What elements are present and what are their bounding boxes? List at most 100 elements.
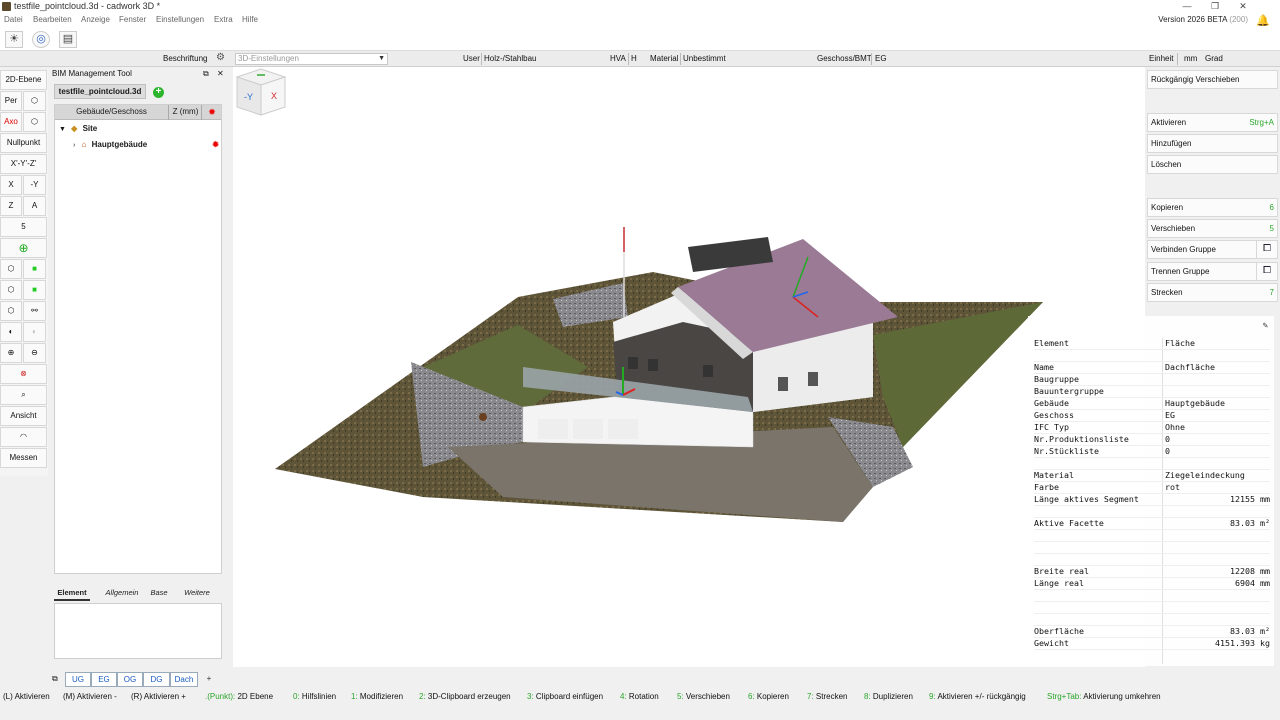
property-value[interactable]: 0 [1165, 446, 1170, 456]
building-marker-icon[interactable]: ✹ [212, 140, 219, 149]
strecken-button[interactable]: Strecken 7 [1147, 283, 1278, 302]
loeschen-button[interactable]: Löschen [1147, 155, 1278, 174]
2d-ebene-button[interactable]: 2D-Ebene [0, 70, 47, 90]
group-join-icon[interactable]: ⧠ [1256, 240, 1277, 259]
verschieben-button[interactable]: Verschieben 5 [1147, 219, 1278, 238]
close-button[interactable]: ✕ [1230, 0, 1256, 12]
bulb-disabled-icon[interactable]: ◐ [23, 322, 46, 342]
cube-small-icon[interactable]: ⬡ [0, 301, 22, 321]
per-button[interactable]: Per [0, 91, 22, 111]
cube-green-icon[interactable]: ■ [23, 259, 46, 279]
property-value[interactable]: 12155 mm [1230, 494, 1270, 504]
tab-weitere[interactable]: Weitere [180, 585, 214, 601]
beschriftung-button[interactable]: Beschriftung [163, 54, 207, 63]
bulb-icon[interactable]: ◐ [0, 322, 22, 342]
tab-allgemein[interactable]: Allgemein [102, 585, 142, 601]
hinzufuegen-button[interactable]: Hinzufügen [1147, 134, 1278, 153]
orbit-icon[interactable]: ⊕ [0, 238, 47, 258]
xyz-button[interactable]: X'-Y'-Z' [0, 154, 47, 174]
z-view-button[interactable]: Z [0, 196, 22, 216]
sun-icon[interactable]: ☀ [5, 31, 23, 48]
add-icon[interactable]: + [153, 87, 164, 98]
tree-row-building[interactable]: › ⌂ Hauptgebäude ✹ [73, 140, 219, 149]
floor-tab-dach[interactable]: Dach [170, 672, 198, 687]
document-icon[interactable]: ▤ [59, 31, 77, 48]
neg-y-view-button[interactable]: -Y [23, 175, 46, 195]
property-value[interactable]: Fläche [1165, 338, 1195, 348]
zoom-window-icon[interactable]: ⌕ [0, 385, 47, 405]
a-view-button[interactable]: A [23, 196, 46, 216]
cube-solid-icon[interactable]: ■ [23, 280, 46, 300]
trennen-gruppe-button[interactable]: Trennen Gruppe ⧠ [1147, 262, 1278, 281]
zoom-all-icon[interactable]: ⊗ [0, 364, 47, 384]
property-value[interactable]: Hauptgebäude [1165, 398, 1225, 408]
messen-button[interactable]: Messen [0, 448, 47, 468]
axo-cube-icon[interactable]: ⬡ [23, 112, 46, 132]
menu-extra[interactable]: Extra [214, 15, 233, 24]
floor-tab-og[interactable]: OG [117, 672, 143, 687]
nullpunkt-button[interactable]: Nullpunkt [0, 133, 47, 153]
zoom-out-icon[interactable]: ⊖ [23, 343, 46, 363]
property-value[interactable]: Dachfläche [1165, 362, 1215, 372]
property-value[interactable]: 83.03 m² [1230, 626, 1270, 636]
cube-wire-icon[interactable]: ⬡ [0, 259, 22, 279]
unit-value[interactable]: mm [1184, 54, 1197, 63]
geschoss-value[interactable]: EG [875, 54, 887, 63]
property-value[interactable]: 12208 mm [1230, 566, 1270, 576]
panel-close-icon[interactable]: ✕ [217, 69, 224, 78]
axo-button[interactable]: Axo [0, 112, 22, 132]
maximize-button[interactable]: ❐ [1202, 0, 1228, 12]
ansicht-button[interactable]: Ansicht [0, 406, 47, 426]
x-view-button[interactable]: X [0, 175, 22, 195]
tree-row-site[interactable]: ▼ ◆ Site [59, 124, 97, 133]
navigation-cube[interactable]: -Y X [233, 67, 289, 119]
menu-datei[interactable]: Datei [4, 15, 23, 24]
col-marker-icon[interactable]: ✹ [203, 105, 221, 120]
property-value[interactable]: 83.03 m² [1230, 518, 1270, 528]
menu-fenster[interactable]: Fenster [119, 15, 146, 24]
property-value[interactable]: 4151.393 kg [1215, 638, 1270, 648]
gear-icon[interactable]: ⚙ [216, 52, 225, 63]
globe-icon[interactable]: ◎ [32, 31, 50, 48]
material-value[interactable]: Unbestimmt [683, 54, 726, 63]
floor-tab-add[interactable]: + [200, 672, 218, 687]
property-value[interactable]: Ziegeleindeckung [1165, 470, 1245, 480]
property-value[interactable]: rot [1165, 482, 1180, 492]
property-value[interactable]: 0 [1165, 434, 1170, 444]
kopieren-button[interactable]: Kopieren 6 [1147, 198, 1278, 217]
expand-icon[interactable]: › [73, 142, 75, 149]
link-icon[interactable]: ⚯ [23, 301, 46, 321]
col-building-header[interactable]: Gebäude/Geschoss [55, 105, 169, 120]
floor-tab-eg[interactable]: EG [91, 672, 117, 687]
undock-icon[interactable]: ⧉ [203, 69, 209, 79]
gauge-icon[interactable]: ◠ [0, 427, 47, 447]
floor-tab-ug[interactable]: UG [65, 672, 91, 687]
five-button[interactable]: 5 [0, 217, 47, 237]
undo-move-button[interactable]: Rückgängig Verschieben [1147, 70, 1278, 89]
cube-outline-icon[interactable]: ⬡ [0, 280, 22, 300]
file-tab[interactable]: testfile_pointcloud.3d [54, 84, 146, 99]
perspective-cube-icon[interactable]: ⬡ [23, 91, 46, 111]
menu-bearbeiten[interactable]: Bearbeiten [33, 15, 72, 24]
property-value[interactable]: 6904 mm [1235, 578, 1270, 588]
tab-element[interactable]: Element [54, 585, 90, 601]
menu-anzeige[interactable]: Anzeige [81, 15, 110, 24]
bell-icon[interactable]: 🔔 [1256, 14, 1270, 27]
pin-icon[interactable]: ✎ [1263, 321, 1268, 331]
hva-value[interactable]: H [631, 54, 637, 63]
angle-unit-value[interactable]: Grad [1205, 54, 1223, 63]
menu-einstellungen[interactable]: Einstellungen [156, 15, 204, 24]
aktivieren-button[interactable]: Aktivieren Strg+A [1147, 113, 1278, 132]
menu-hilfe[interactable]: Hilfe [242, 15, 258, 24]
collapse-icon[interactable]: ▼ [59, 126, 66, 133]
zoom-in-icon[interactable]: ⊕ [0, 343, 22, 363]
group-split-icon[interactable]: ⧠ [1256, 262, 1277, 281]
tab-base[interactable]: Base [146, 585, 172, 601]
floor-tab-dg[interactable]: DG [143, 672, 170, 687]
minimize-button[interactable]: — [1174, 0, 1200, 12]
verbinden-gruppe-button[interactable]: Verbinden Gruppe ⧠ [1147, 240, 1278, 259]
col-z-header[interactable]: Z (mm) [170, 105, 202, 120]
property-value[interactable]: EG [1165, 410, 1175, 420]
floor-undock-icon[interactable]: ⧉ [52, 674, 58, 684]
3d-viewport[interactable]: -Y X [233, 67, 1145, 667]
